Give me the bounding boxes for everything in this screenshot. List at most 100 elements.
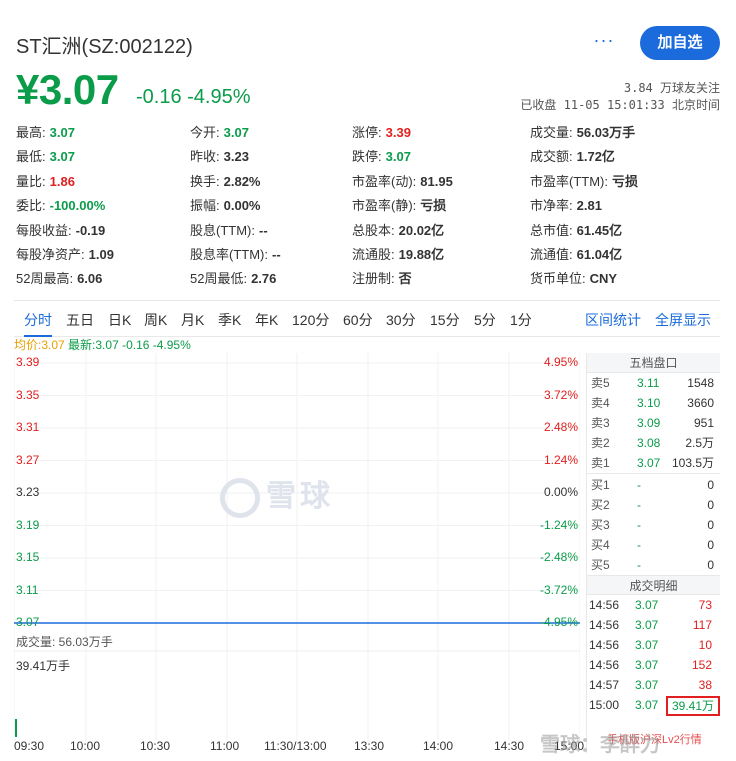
chart-legend: 均价:3.07 最新:3.07 -0.16 -4.95%: [14, 336, 191, 353]
tab-period[interactable]: 60分: [343, 310, 373, 330]
stat-item: 流通股: 19.88亿: [352, 246, 444, 268]
bid-volume: 0: [707, 558, 714, 572]
ask-price: 3.08: [637, 436, 661, 450]
stat-item: 涨停: 3.39: [352, 124, 411, 146]
bid-volume: 0: [707, 498, 714, 512]
stat-label: 跌停:: [352, 149, 382, 165]
bid-volume: 0: [707, 478, 714, 492]
bid-row: 买2 - 0: [587, 495, 720, 515]
tab-period[interactable]: 120分: [292, 310, 329, 330]
stock-header: ST汇洲(SZ:002122) ··· 加自选: [16, 26, 720, 60]
tab-period[interactable]: 15分: [430, 310, 460, 330]
xueqiu-logo-icon: [220, 478, 260, 519]
tab-period[interactable]: 季K: [218, 310, 241, 330]
tab-period[interactable]: 5分: [474, 310, 496, 330]
stat-value: -0.19: [75, 222, 106, 238]
stat-item: 总市值: 61.45亿: [530, 222, 622, 244]
range-stats-link[interactable]: 区间统计: [585, 310, 641, 330]
stat-value: --: [258, 222, 268, 238]
stat-item: 52周最低: 2.76: [190, 270, 276, 292]
x-tick-label: 14:00: [423, 739, 454, 753]
tab-period[interactable]: 年K: [255, 310, 278, 330]
chart-panel: 分时 五日 日K 周K 月K 季K 年K 120分 60分 30分 15分 5分 1分 区间统计 全屏显示 …: [14, 300, 720, 753]
stat-value: 亏损: [420, 198, 447, 214]
ask-volume: 103.5万: [671, 456, 714, 470]
trade-volume: 117: [692, 618, 712, 632]
bid-volume: 0: [707, 538, 714, 552]
stat-value: 19.88亿: [398, 247, 445, 262]
stat-label: 市盈率(动):: [352, 173, 417, 189]
ask-level-label: 卖3: [591, 416, 610, 430]
ask-row: 卖4 3.10 3660: [587, 393, 720, 413]
stat-value: 56.03万手: [576, 125, 636, 140]
price-row: ¥3.07 -0.16 -4.95%: [16, 66, 316, 113]
x-tick-label: 11:00: [210, 739, 240, 753]
stat-value: 6.06: [77, 271, 103, 287]
stat-label: 每股净资产:: [16, 247, 85, 262]
period-tabs: 分时 五日 日K 周K 月K 季K 年K 120分 60分 30分 15分 5分 1分 区间统计 全屏显示: [14, 301, 720, 337]
stat-value: 3.07: [49, 125, 75, 140]
stat-value: 3.07: [49, 149, 75, 165]
y-tick-label: 3.27: [16, 452, 40, 467]
stat-value: 61.45亿: [576, 222, 623, 238]
trade-row: 14:56 3.07 117: [587, 615, 720, 635]
y-pct-label: 4.95%: [543, 355, 578, 369]
stat-value: 2.82%: [223, 173, 261, 189]
stat-item: 跌停: 3.07: [352, 148, 411, 170]
y-tick-label: 3.35: [16, 387, 40, 402]
stat-item: 今开: 3.07: [190, 124, 249, 146]
trade-price: 3.07: [635, 698, 659, 712]
ask-volume: 2.5万: [685, 436, 714, 450]
tab-period[interactable]: 日K: [108, 310, 131, 330]
stat-value: 否: [398, 271, 412, 287]
stat-label: 成交额:: [530, 149, 573, 165]
more-menu-button[interactable]: ···: [592, 30, 616, 54]
trade-time: 15:00: [589, 698, 620, 712]
stat-value: 2.76: [251, 271, 277, 287]
tab-period[interactable]: 周K: [144, 310, 167, 330]
stat-label: 52周最高:: [16, 271, 74, 287]
ask-level-label: 卖2: [591, 436, 610, 450]
stat-label: 换手:: [190, 173, 220, 189]
stat-label: 市净率:: [530, 198, 573, 214]
volume-bar: [15, 719, 17, 737]
stat-label: 量比:: [16, 173, 46, 189]
volume-max-label: 39.41万手: [16, 659, 71, 673]
stat-value: 3.07: [385, 149, 411, 165]
stat-label: 市盈率(TTM):: [530, 173, 608, 189]
trade-volume: 38: [698, 678, 712, 692]
ask-price: 3.07: [637, 456, 661, 470]
stat-item: 振幅: 0.00%: [190, 197, 261, 219]
quote-meta: 3.84 万球友关注 已收盘 11-05 15:01:33 北京时间: [520, 80, 720, 114]
stat-label: 注册制:: [352, 271, 395, 287]
trade-time: 14:56: [589, 598, 620, 612]
y-pct-label: 2.48%: [543, 420, 578, 434]
fullscreen-link[interactable]: 全屏显示: [655, 310, 711, 330]
stat-value: 2.81: [576, 198, 602, 214]
trade-time: 14:56: [589, 638, 620, 652]
stat-label: 每股收益:: [16, 222, 72, 238]
bid-price: -: [637, 518, 641, 532]
stat-label: 流通股:: [352, 247, 395, 262]
tab-period[interactable]: 分时: [24, 310, 52, 337]
stat-item: 流通值: 61.04亿: [530, 246, 622, 268]
stat-label: 成交量:: [530, 125, 573, 140]
volume-title: 成交量: 56.03万手: [16, 635, 113, 649]
tab-period[interactable]: 月K: [181, 310, 204, 330]
stat-label: 今开:: [190, 125, 220, 140]
tab-period[interactable]: 1分: [510, 310, 532, 330]
tab-period[interactable]: 30分: [386, 310, 416, 330]
add-to-watchlist-button[interactable]: 加自选: [640, 26, 720, 60]
volume-chart[interactable]: 成交量: 56.03万手 39.41万手: [14, 631, 580, 741]
y-pct-label: 0.00%: [543, 485, 578, 499]
bid-level-label: 买3: [591, 518, 610, 532]
tab-period[interactable]: 五日: [66, 310, 94, 330]
trade-price: 3.07: [635, 618, 659, 632]
ask-row: 卖5 3.11 1548: [587, 373, 720, 393]
stat-value: 1.86: [49, 173, 75, 189]
bid-price: -: [637, 558, 641, 572]
trade-volume: 39.41万: [665, 696, 720, 716]
bid-price: -: [637, 478, 641, 492]
bid-level-label: 买4: [591, 538, 610, 552]
x-tick-label: 14:30: [494, 739, 525, 753]
